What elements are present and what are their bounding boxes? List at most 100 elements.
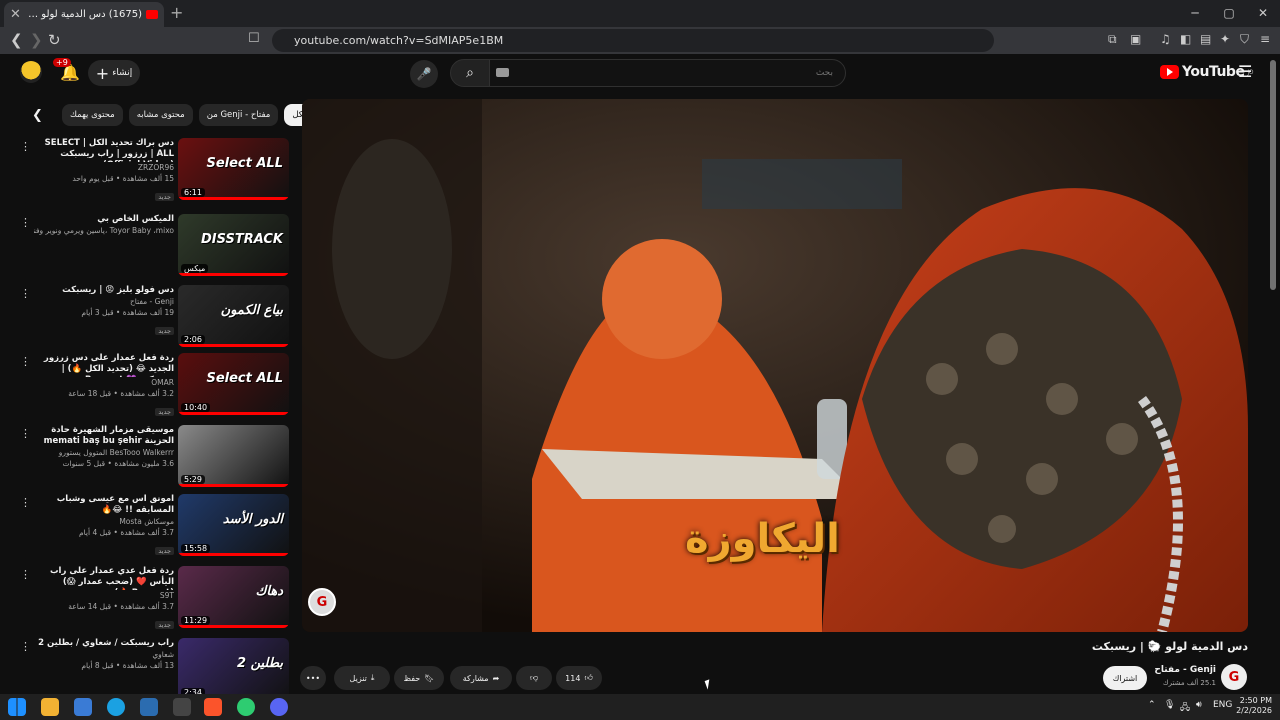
- browser-tab-strip: (1675) دس الدمية لولو 🐑 | ريـ ✕ + ─ ▢ ✕: [0, 0, 1280, 27]
- like-button[interactable]: 114 👍︎: [556, 666, 602, 690]
- vpn-icon[interactable]: ⛉: [1240, 32, 1249, 47]
- chip-from-channel[interactable]: من Genji - مفتاح: [198, 104, 279, 126]
- create-button[interactable]: + إنشاء: [88, 60, 140, 86]
- save-button[interactable]: حفظ 🔖︎: [394, 666, 444, 690]
- recommendation-stats: 3.7 ألف مشاهدة • قبل 4 أيام: [78, 528, 174, 537]
- more-options-icon[interactable]: ⋮: [20, 568, 31, 581]
- keyboard-icon[interactable]: [496, 68, 509, 77]
- more-options-icon[interactable]: ⋮: [20, 427, 31, 440]
- close-tab-icon[interactable]: ✕: [10, 7, 21, 22]
- subscribe-button[interactable]: اشتراك: [1103, 666, 1147, 690]
- store-icon[interactable]: [74, 698, 92, 716]
- recommendation-item[interactable]: ⋮ موسيقى مزمار الشهيرة حادة الحزينة memat…: [20, 425, 292, 489]
- screenshot-icon[interactable]: ▣: [1130, 32, 1141, 46]
- download-button[interactable]: تنزيل ⤓: [334, 666, 390, 690]
- mic-tray-icon[interactable]: 🎙︎: [1164, 700, 1175, 710]
- search-button[interactable]: ⌕: [450, 59, 490, 87]
- recommendation-thumbnail[interactable]: DISSTRACK ميكس: [178, 214, 289, 276]
- recommendation-title[interactable]: امونق اس مع عيسى وشباب المسابقه !! 😂🔥: [34, 494, 174, 516]
- more-actions-button[interactable]: •••: [300, 666, 326, 690]
- address-bar[interactable]: youtube.com/watch?v=SdMIAP5e1BM: [272, 29, 994, 52]
- recommendation-item[interactable]: ⋮ ردة فعل عدي عمدار على راب اليأس ❤️ (ضحب…: [20, 566, 292, 630]
- share-button[interactable]: مشاركة ➦: [450, 666, 512, 690]
- ai-icon[interactable]: ✦: [1220, 32, 1230, 46]
- more-options-icon[interactable]: ⋮: [20, 140, 31, 153]
- minimize-button[interactable]: ─: [1178, 0, 1212, 27]
- forward-icon[interactable]: ❯: [30, 31, 43, 49]
- thumbnail-text: الدور الأسد: [222, 512, 283, 527]
- voice-search-icon[interactable]: 🎤: [410, 60, 438, 88]
- recommendation-thumbnail[interactable]: دهاك 11:29: [178, 566, 289, 628]
- edge-icon[interactable]: [107, 698, 125, 716]
- more-options-icon[interactable]: ⋮: [20, 355, 31, 368]
- brave-icon[interactable]: [204, 698, 222, 716]
- recommendation-channel[interactable]: موسكاش Mosta: [34, 516, 174, 527]
- recommendation-thumbnail[interactable]: 5:29: [178, 425, 289, 487]
- recommendation-title[interactable]: ردة فعل عدي عمدار على راب اليأس ❤️ (ضحب …: [34, 566, 174, 590]
- guide-menu-icon[interactable]: ☰: [1238, 62, 1252, 81]
- tray-chevron-icon[interactable]: ⌃: [1148, 700, 1156, 710]
- music-icon[interactable]: ♫: [1160, 32, 1171, 46]
- new-tab-button[interactable]: +: [170, 3, 183, 22]
- mail-icon[interactable]: [140, 698, 158, 716]
- more-options-icon[interactable]: ⋮: [20, 640, 31, 653]
- back-icon[interactable]: ❮: [10, 31, 23, 49]
- chip-related[interactable]: محتوى مشابه: [128, 104, 193, 126]
- discord-icon[interactable]: [270, 698, 288, 716]
- recommendation-title[interactable]: دس براك تحديد الكل | SELECT ALL | زرزور …: [34, 138, 174, 162]
- recommendation-thumbnail[interactable]: Select ALL 6:11: [178, 138, 289, 200]
- recommendation-thumbnail[interactable]: Select ALL 10:40: [178, 353, 289, 415]
- sidebar-icon[interactable]: ◧: [1180, 32, 1191, 46]
- recommendation-channel[interactable]: OMAR: [34, 377, 174, 388]
- recommendation-thumbnail[interactable]: الدور الأسد 15:58: [178, 494, 289, 556]
- recommendation-channel[interactable]: S9T: [34, 590, 174, 601]
- recommendation-title[interactable]: موسيقى مزمار الشهيرة حادة الحزينة memati…: [34, 425, 174, 447]
- channel-watermark[interactable]: G: [308, 588, 336, 616]
- more-options-icon[interactable]: ⋮: [20, 287, 31, 300]
- start-icon[interactable]: [8, 698, 26, 716]
- recommendation-title[interactable]: ردة فعل عمدار على دس زرزور الجديد 😂 (تحد…: [34, 353, 174, 377]
- recommendation-title[interactable]: راب ريسبكت / شعاوي / بطلين 2: [34, 638, 174, 649]
- file-explorer-icon[interactable]: [41, 698, 59, 716]
- recommendation-title[interactable]: الميكس الخاص بي: [34, 214, 174, 225]
- reload-icon[interactable]: ↻: [48, 31, 61, 49]
- browser-tab[interactable]: (1675) دس الدمية لولو 🐑 | ريـ ✕: [4, 2, 164, 27]
- recommendation-title[interactable]: دس فولو بليز 😡 | ريسبكت: [34, 285, 174, 296]
- search-input[interactable]: [489, 59, 846, 87]
- network-icon[interactable]: 🖧︎: [1180, 700, 1190, 716]
- recommendation-item[interactable]: ⋮ دس براك تحديد الكل | SELECT ALL | زرزور…: [20, 138, 292, 202]
- app-icon[interactable]: [173, 698, 191, 716]
- recommendation-item[interactable]: ⋮ دس فولو بليز 😡 | ريسبكت Genji - مفتاح 19 …: [20, 285, 292, 349]
- close-window-button[interactable]: ✕: [1246, 0, 1280, 27]
- more-options-icon[interactable]: ⋮: [20, 496, 31, 509]
- recommendation-item[interactable]: ⋮ راب ريسبكت / شعاوي / بطلين 2 شعاوي 13 ألف…: [20, 638, 292, 702]
- download-label: تنزيل: [349, 673, 367, 683]
- bookmark-icon[interactable]: ☐: [248, 31, 260, 46]
- account-avatar[interactable]: [20, 61, 42, 83]
- recommendation-channel[interactable]: BesTooo Walkerrr المتوول يستورو: [34, 447, 174, 458]
- chevron-left-icon[interactable]: ❮: [32, 108, 43, 123]
- recommendation-item[interactable]: ⋮ امونق اس مع عيسى وشباب المسابقه !! 😂🔥 مو…: [20, 494, 292, 558]
- menu-icon[interactable]: ≡: [1260, 32, 1270, 46]
- wallet-icon[interactable]: ▤: [1200, 32, 1211, 46]
- maximize-button[interactable]: ▢: [1212, 0, 1246, 27]
- extensions-icon[interactable]: ⧉: [1108, 32, 1117, 47]
- chip-for-you[interactable]: محتوى يهمك: [62, 104, 123, 126]
- volume-icon[interactable]: 🔊︎: [1196, 700, 1202, 710]
- recommendation-item[interactable]: ⋮ الميكس الخاص بي Toyor Baby ،mixo ،ياسين …: [20, 214, 292, 278]
- recommendation-item[interactable]: ⋮ ردة فعل عمدار على دس زرزور الجديد 😂 (تح…: [20, 353, 292, 417]
- channel-avatar[interactable]: G: [1221, 664, 1247, 690]
- recommendation-channel[interactable]: Genji - مفتاح: [34, 296, 174, 307]
- video-player[interactable]: اليكاوزة G: [302, 99, 1248, 632]
- recommendation-channel[interactable]: Toyor Baby ،mixo ،ياسين ويرمي ونوير وفنا…: [34, 225, 174, 236]
- recommendation-channel[interactable]: ZRZOR96: [34, 162, 174, 173]
- language-indicator[interactable]: ENG: [1213, 700, 1232, 710]
- dislike-button[interactable]: 👎︎: [516, 666, 552, 690]
- clock[interactable]: 2:50 PM 2/2/2026: [1236, 696, 1272, 716]
- recommendation-thumbnail[interactable]: بياع الكمون 2:06: [178, 285, 289, 347]
- messenger-icon[interactable]: [237, 698, 255, 716]
- page-scrollbar[interactable]: [1270, 60, 1276, 290]
- recommendation-channel[interactable]: شعاوي: [34, 649, 174, 660]
- more-options-icon[interactable]: ⋮: [20, 216, 31, 229]
- recommendation-thumbnail[interactable]: بطلين 2 2:34: [178, 638, 289, 700]
